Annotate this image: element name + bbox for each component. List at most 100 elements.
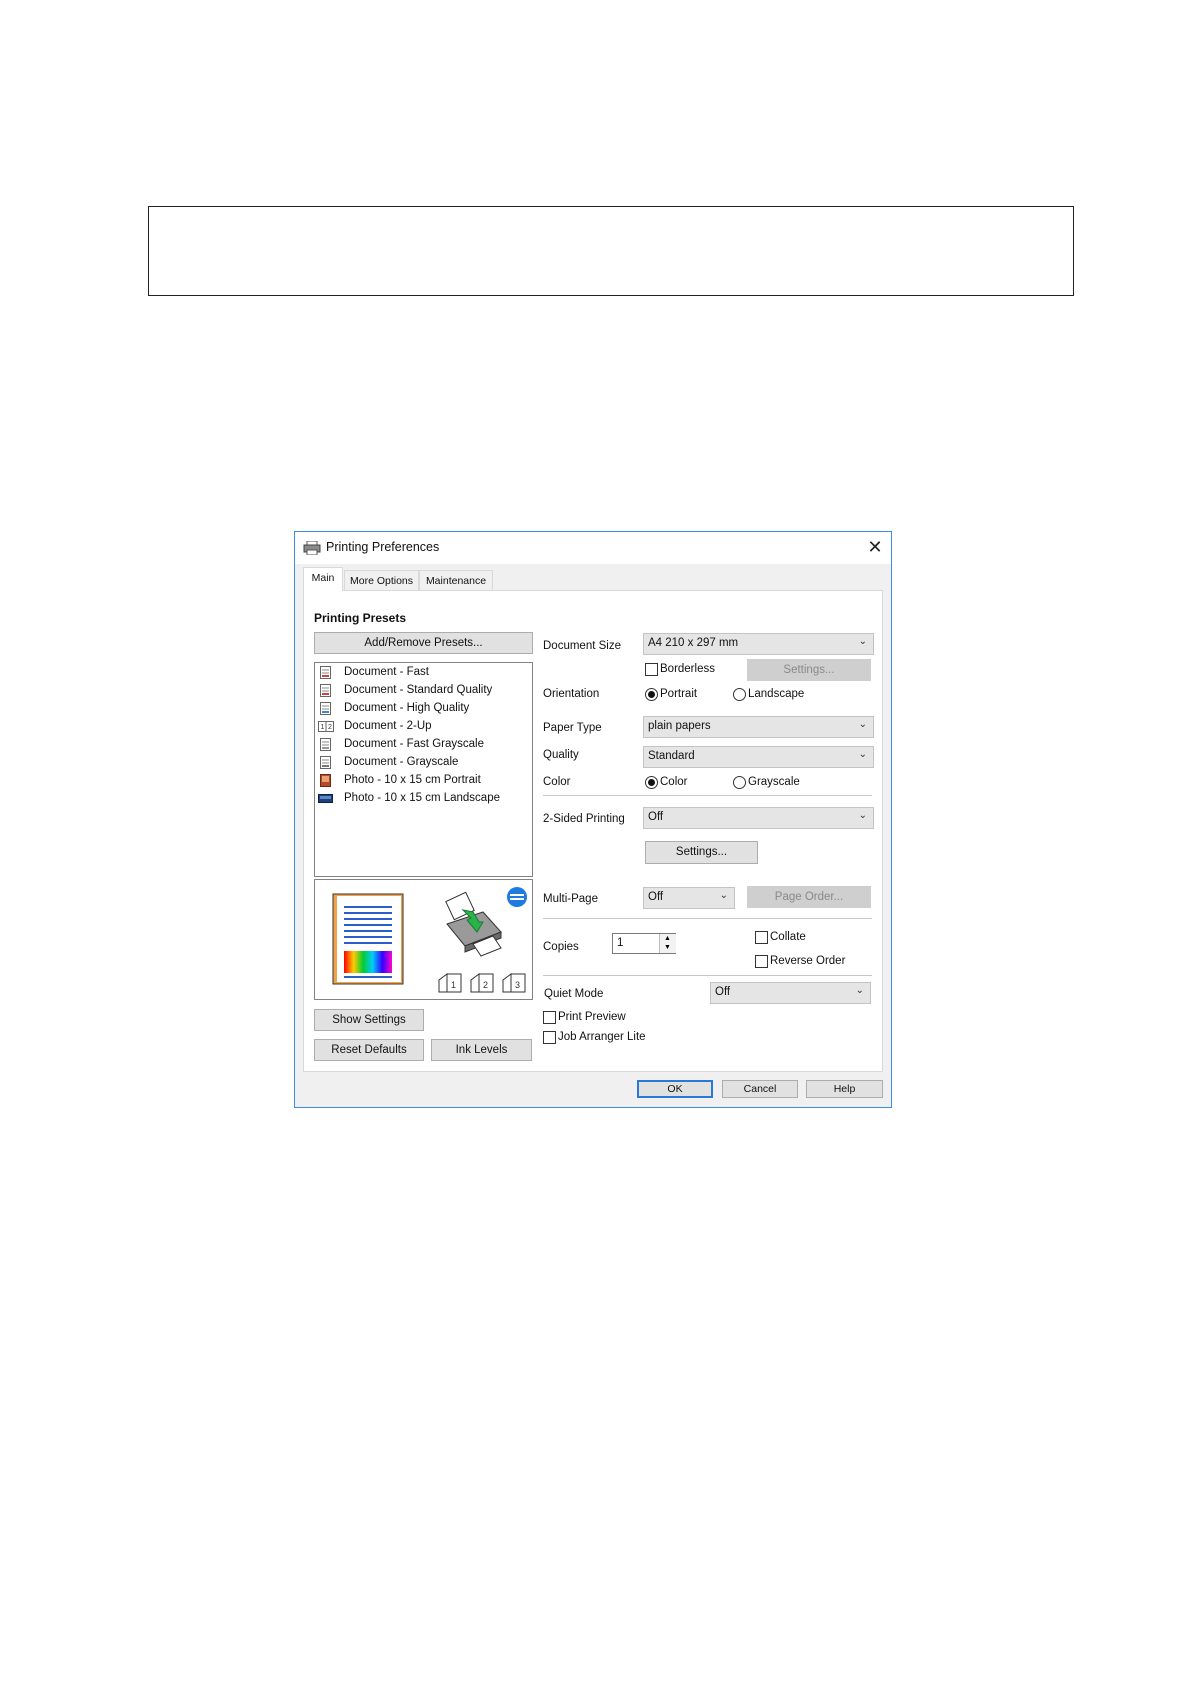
chevron-down-icon: ⌄ bbox=[719, 890, 728, 901]
list-item-label: Photo - 10 x 15 cm Landscape bbox=[344, 792, 500, 804]
color-radio[interactable] bbox=[645, 776, 658, 789]
svg-text:1: 1 bbox=[321, 724, 325, 731]
quality-select[interactable]: Standard ⌄ bbox=[643, 746, 874, 768]
svg-text:2: 2 bbox=[328, 724, 332, 731]
chevron-down-icon: ⌄ bbox=[858, 810, 867, 821]
document-icon bbox=[320, 684, 331, 697]
svg-text:3: 3 bbox=[515, 980, 520, 990]
main-panel: Printing Presets Add/Remove Presets... D… bbox=[303, 590, 883, 1072]
two-sided-label: 2-Sided Printing bbox=[543, 813, 625, 825]
borderless-label: Borderless bbox=[660, 663, 715, 675]
tab-more-options[interactable]: More Options bbox=[344, 570, 419, 590]
spin-down-icon[interactable]: ▼ bbox=[664, 944, 671, 951]
add-remove-presets-button[interactable]: Add/Remove Presets... bbox=[314, 632, 533, 654]
photo-landscape-icon bbox=[318, 794, 333, 803]
tab-maintenance[interactable]: Maintenance bbox=[419, 570, 493, 590]
divider bbox=[543, 795, 872, 796]
copies-value: 1 bbox=[617, 937, 624, 949]
list-item-label: Document - High Quality bbox=[344, 702, 470, 714]
page-order-button[interactable]: Page Order... bbox=[747, 886, 871, 908]
portrait-label: Portrait bbox=[660, 688, 698, 700]
multi-page-value: Off bbox=[648, 891, 664, 903]
page-preview-icon bbox=[332, 893, 404, 985]
color-label: Color bbox=[543, 776, 571, 788]
orientation-label: Orientation bbox=[543, 688, 600, 700]
presets-title: Printing Presets bbox=[314, 611, 407, 625]
close-icon[interactable]: ✕ bbox=[864, 536, 886, 558]
collate-label: Collate bbox=[770, 931, 806, 943]
tab-main[interactable]: Main bbox=[303, 567, 343, 591]
portrait-radio[interactable] bbox=[645, 688, 658, 701]
quality-label: Quality bbox=[543, 749, 579, 761]
document-icon bbox=[320, 702, 331, 715]
print-preview-label: Print Preview bbox=[558, 1011, 626, 1023]
help-button[interactable]: Help bbox=[806, 1080, 883, 1098]
presets-list[interactable]: Document - Fast Document - Standard Qual… bbox=[314, 662, 533, 877]
document-size-label: Document Size bbox=[543, 640, 621, 652]
reset-defaults-button[interactable]: Reset Defaults bbox=[314, 1039, 424, 1061]
print-preview-area: 1 2 3 bbox=[314, 879, 533, 1000]
landscape-label: Landscape bbox=[748, 688, 805, 700]
svg-text:1: 1 bbox=[451, 980, 456, 990]
grayscale-radio[interactable] bbox=[733, 776, 746, 789]
spin-buttons[interactable]: ▲ ▼ bbox=[659, 934, 676, 953]
job-arranger-checkbox[interactable] bbox=[543, 1031, 556, 1044]
svg-text:2: 2 bbox=[483, 980, 488, 990]
spin-up-icon[interactable]: ▲ bbox=[664, 935, 671, 942]
list-item-label: Document - 2-Up bbox=[344, 720, 432, 732]
printer-icon bbox=[303, 541, 321, 555]
chevron-down-icon: ⌄ bbox=[858, 719, 867, 730]
copies-label: Copies bbox=[543, 941, 579, 953]
list-item-label: Document - Grayscale bbox=[344, 756, 459, 768]
paper-type-select[interactable]: plain papers ⌄ bbox=[643, 716, 874, 738]
divider bbox=[543, 918, 872, 919]
divider bbox=[543, 975, 872, 976]
copies-pages-icon: 1 2 3 bbox=[438, 973, 526, 993]
printer-illustration-icon bbox=[445, 891, 502, 957]
show-settings-button[interactable]: Show Settings bbox=[314, 1009, 424, 1031]
borderless-checkbox[interactable] bbox=[645, 663, 658, 676]
list-item-label: Document - Fast Grayscale bbox=[344, 738, 484, 750]
job-arranger-label: Job Arranger Lite bbox=[558, 1031, 646, 1043]
photo-icon bbox=[320, 774, 331, 787]
reverse-order-checkbox[interactable] bbox=[755, 955, 768, 968]
quiet-mode-select[interactable]: Off ⌄ bbox=[710, 982, 871, 1004]
globe-icon bbox=[507, 887, 527, 907]
paper-type-label: Paper Type bbox=[543, 722, 602, 734]
quiet-mode-value: Off bbox=[715, 986, 731, 998]
chevron-down-icon: ⌄ bbox=[858, 749, 867, 760]
quiet-mode-label: Quiet Mode bbox=[544, 988, 604, 1000]
window-title: Printing Preferences bbox=[326, 540, 440, 554]
color-option-label: Color bbox=[660, 776, 688, 788]
two-sided-value: Off bbox=[648, 811, 664, 823]
document-size-value: A4 210 x 297 mm bbox=[648, 637, 739, 649]
multi-page-select[interactable]: Off ⌄ bbox=[643, 887, 735, 909]
collate-checkbox[interactable] bbox=[755, 931, 768, 944]
chevron-down-icon: ⌄ bbox=[858, 636, 867, 647]
paper-type-value: plain papers bbox=[648, 720, 711, 732]
borderless-settings-button[interactable]: Settings... bbox=[747, 659, 871, 681]
quality-value: Standard bbox=[648, 750, 695, 762]
list-item-label: Photo - 10 x 15 cm Portrait bbox=[344, 774, 481, 786]
reverse-order-label: Reverse Order bbox=[770, 955, 846, 967]
document-icon bbox=[320, 738, 331, 751]
list-item-label: Document - Standard Quality bbox=[344, 684, 493, 696]
two-sided-settings-button[interactable]: Settings... bbox=[645, 841, 758, 864]
title-bar: Printing Preferences ✕ bbox=[295, 532, 891, 564]
print-preview-checkbox[interactable] bbox=[543, 1011, 556, 1024]
ok-button[interactable]: OK bbox=[637, 1080, 713, 1098]
grayscale-label: Grayscale bbox=[748, 776, 800, 788]
printing-preferences-dialog: Printing Preferences ✕ Main More Options… bbox=[294, 531, 892, 1108]
two-sided-select[interactable]: Off ⌄ bbox=[643, 807, 874, 829]
landscape-radio[interactable] bbox=[733, 688, 746, 701]
multi-page-label: Multi-Page bbox=[543, 893, 598, 905]
document-icon bbox=[320, 756, 331, 769]
chevron-down-icon: ⌄ bbox=[855, 985, 864, 996]
document-icon bbox=[320, 666, 331, 679]
document-size-select[interactable]: A4 210 x 297 mm ⌄ bbox=[643, 633, 874, 655]
two-up-icon: 12 bbox=[318, 721, 334, 732]
cancel-button[interactable]: Cancel bbox=[722, 1080, 798, 1098]
note-box bbox=[148, 206, 1074, 296]
copies-stepper[interactable]: 1 ▲ ▼ bbox=[612, 933, 676, 954]
ink-levels-button[interactable]: Ink Levels bbox=[431, 1039, 532, 1061]
